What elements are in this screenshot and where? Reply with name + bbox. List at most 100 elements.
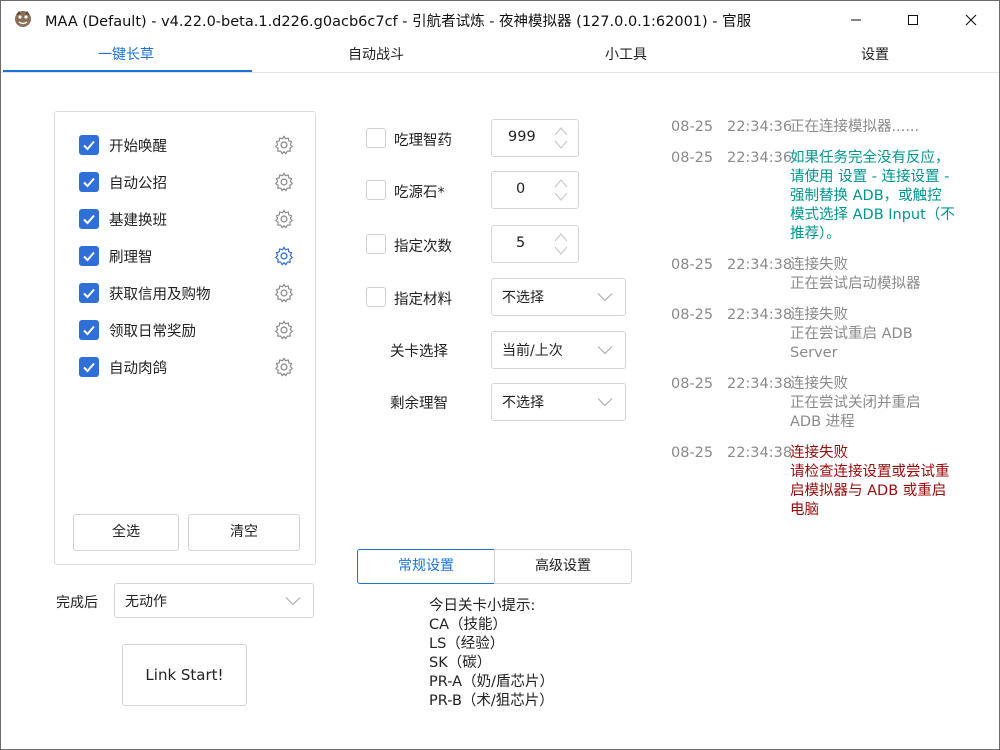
- log-timestamp: 08-25 22:34:38: [671, 376, 793, 392]
- task-checkbox[interactable]: [79, 320, 99, 340]
- remaining-select[interactable]: 不选择: [491, 383, 626, 421]
- check-icon: [83, 140, 95, 151]
- task-item-infrast[interactable]: 基建换班: [79, 207, 309, 231]
- material-select[interactable]: 不选择: [491, 278, 626, 316]
- gear-icon[interactable]: [273, 171, 295, 193]
- medicine-checkbox[interactable]: [366, 128, 386, 148]
- tab-one-click[interactable]: 一键长草: [1, 38, 251, 72]
- maximize-button[interactable]: [884, 1, 942, 38]
- minimize-button[interactable]: [827, 1, 885, 38]
- check-icon: [83, 288, 95, 299]
- stone-checkbox[interactable]: [366, 180, 386, 200]
- active-tab-indicator: [3, 70, 252, 72]
- advanced-settings-button[interactable]: 高级设置: [494, 549, 632, 584]
- log-timestamp: 08-25 22:34:36: [671, 150, 793, 166]
- log-timestamp: 08-25 22:34:38: [671, 307, 793, 323]
- chevron-down-icon: [285, 596, 301, 605]
- app-icon: [15, 11, 31, 27]
- material-value: 不选择: [502, 290, 544, 306]
- tab-tools[interactable]: 小工具: [501, 38, 751, 72]
- log-timestamp: 08-25 22:34:38: [671, 257, 793, 273]
- task-item-roguelike[interactable]: 自动肉鸽: [79, 355, 309, 379]
- task-label: 自动肉鸽: [109, 361, 167, 377]
- remaining-label: 剩余理智: [390, 396, 448, 412]
- maximize-icon: [908, 14, 918, 25]
- task-label: 基建换班: [109, 213, 167, 229]
- gear-icon[interactable]: [273, 282, 295, 304]
- material-label: 指定材料: [394, 292, 452, 308]
- task-item-mall[interactable]: 获取信用及购物: [79, 281, 309, 305]
- clear-button[interactable]: 清空: [188, 514, 300, 551]
- task-checkbox[interactable]: [79, 246, 99, 266]
- settings-segment: 常规设置 高级设置: [357, 549, 633, 584]
- spinner-icon[interactable]: [554, 177, 568, 203]
- task-checkbox[interactable]: [79, 209, 99, 229]
- stone-input[interactable]: 0: [491, 171, 579, 209]
- after-completion-select[interactable]: 无动作: [114, 583, 314, 618]
- log-timestamp: 08-25 22:34:36: [671, 119, 793, 135]
- times-value: 5: [516, 235, 526, 251]
- task-label: 获取信用及购物: [109, 287, 211, 303]
- log-message: 如果任务完全没有反应， 请使用 设置 - 连接设置 - 强制替换 ADB，或触控…: [790, 150, 955, 242]
- check-icon: [83, 177, 95, 188]
- check-icon: [83, 251, 95, 262]
- tips-line: CA（技能）: [429, 617, 508, 633]
- tips-line: SK（碳）: [429, 655, 492, 671]
- task-checkbox[interactable]: [79, 135, 99, 155]
- log-message: 连接失败 正在尝试重启 ADB Server: [790, 307, 913, 361]
- gear-icon-active[interactable]: [273, 245, 295, 267]
- task-item-start-up[interactable]: 开始唤醒: [79, 133, 309, 157]
- medicine-label: 吃理智药: [394, 133, 452, 149]
- stage-label: 关卡选择: [390, 344, 448, 360]
- close-button[interactable]: [942, 1, 999, 38]
- task-label: 自动公招: [109, 176, 167, 192]
- after-completion-label: 完成后: [56, 595, 98, 611]
- link-start-button[interactable]: Link Start!: [122, 644, 247, 706]
- stage-select[interactable]: 当前/上次: [491, 331, 626, 369]
- after-completion-value: 无动作: [125, 593, 167, 610]
- stage-tips: 今日关卡小提示: CA（技能） LS（经验） SK（碳） PR-A（奶/盾芯片）…: [429, 597, 554, 711]
- task-checkbox[interactable]: [79, 357, 99, 377]
- stone-value: 0: [516, 181, 526, 197]
- log-message: 连接失败 正在尝试关闭并重启 ADB 进程: [790, 376, 921, 430]
- check-icon: [83, 325, 95, 336]
- tab-auto-battle[interactable]: 自动战斗: [251, 38, 501, 72]
- chevron-down-icon: [597, 293, 613, 302]
- material-checkbox[interactable]: [366, 287, 386, 307]
- task-item-award[interactable]: 领取日常奖励: [79, 318, 309, 342]
- task-checkbox[interactable]: [79, 283, 99, 303]
- close-icon: [965, 14, 977, 25]
- gear-icon[interactable]: [273, 356, 295, 378]
- spinner-icon[interactable]: [554, 125, 568, 151]
- task-item-fight[interactable]: 刷理智: [79, 244, 309, 268]
- task-label: 领取日常奖励: [109, 324, 196, 340]
- times-input[interactable]: 5: [491, 225, 579, 263]
- chevron-down-icon: [597, 398, 613, 407]
- gear-icon[interactable]: [273, 208, 295, 230]
- chevron-down-icon: [597, 346, 613, 355]
- spinner-icon[interactable]: [554, 231, 568, 257]
- task-item-recruit[interactable]: 自动公招: [79, 170, 309, 194]
- check-icon: [83, 362, 95, 373]
- tips-title: 今日关卡小提示:: [429, 598, 536, 614]
- select-all-button[interactable]: 全选: [73, 514, 179, 551]
- maa-window: MAA (Default) - v4.22.0-beta.1.d226.g0ac…: [0, 0, 1000, 750]
- log-message: 正在连接模拟器......: [790, 119, 920, 135]
- times-checkbox[interactable]: [366, 234, 386, 254]
- tab-settings[interactable]: 设置: [750, 38, 999, 72]
- log-message: 连接失败 请检查连接设置或尝试重 启模拟器与 ADB 或重启 电脑: [790, 445, 950, 518]
- medicine-input[interactable]: 999: [491, 119, 579, 157]
- task-checkbox[interactable]: [79, 172, 99, 192]
- minimize-icon: [851, 19, 861, 20]
- general-settings-button[interactable]: 常规设置: [357, 549, 495, 584]
- title-bar[interactable]: MAA (Default) - v4.22.0-beta.1.d226.g0ac…: [1, 1, 999, 38]
- tips-line: PR-B（术/狙芯片）: [429, 693, 554, 709]
- gear-icon[interactable]: [273, 319, 295, 341]
- gear-icon[interactable]: [273, 134, 295, 156]
- main-tabs: 一键长草 自动战斗 小工具 设置: [1, 38, 999, 73]
- task-label: 开始唤醒: [109, 139, 167, 155]
- log-message: 连接失败 正在尝试启动模拟器: [790, 257, 921, 292]
- window-title: MAA (Default) - v4.22.0-beta.1.d226.g0ac…: [45, 14, 752, 30]
- stone-label: 吃源石*: [394, 185, 445, 201]
- check-icon: [83, 214, 95, 225]
